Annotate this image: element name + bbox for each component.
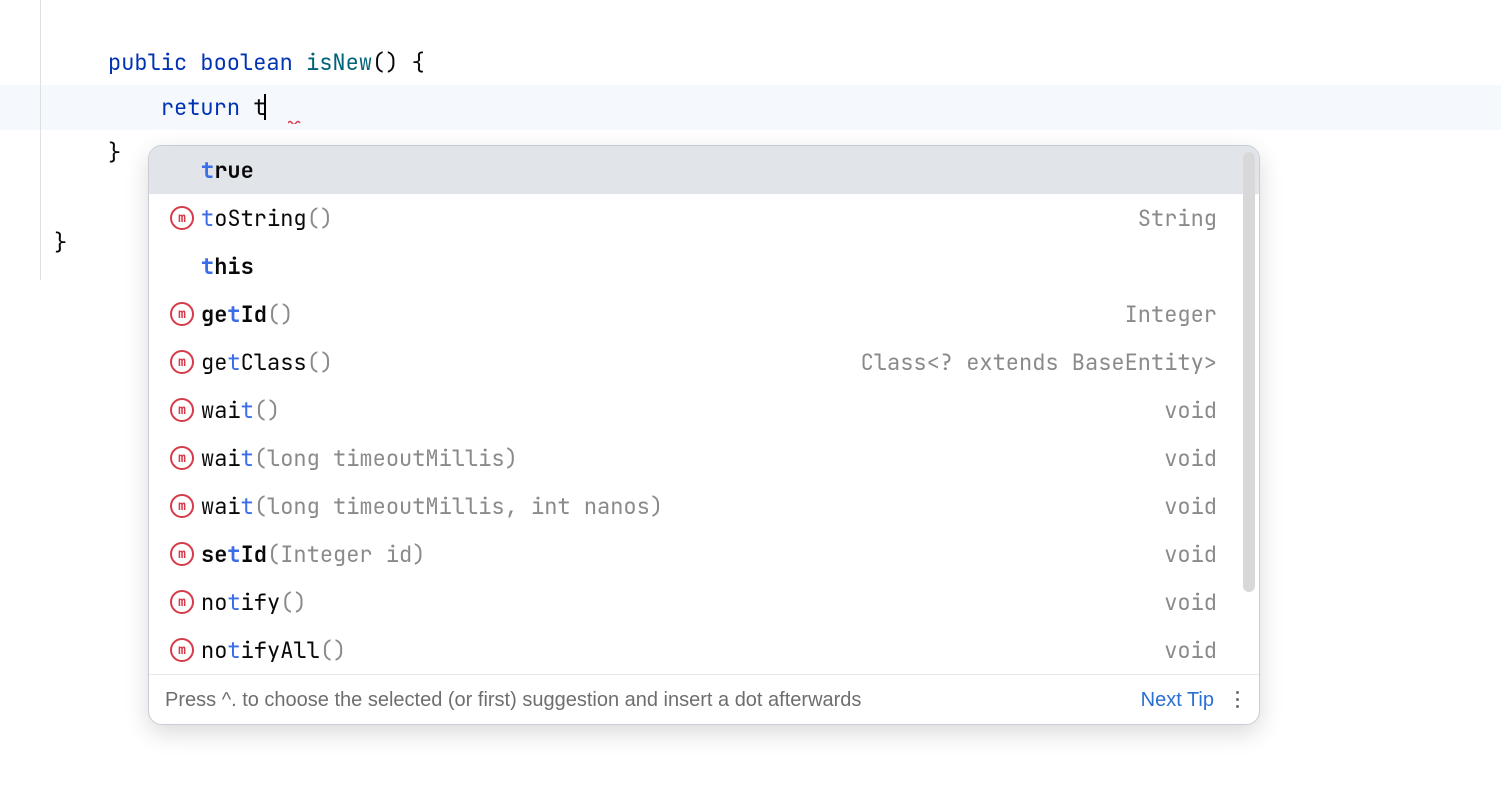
gutter-guide <box>40 0 41 280</box>
brace-close: } <box>108 136 121 169</box>
text-cursor <box>264 94 266 120</box>
completion-item[interactable]: m notify()void <box>149 578 1259 626</box>
completion-item-label: wait(long timeoutMillis) <box>201 442 1164 475</box>
method-icon: m <box>170 494 194 518</box>
paren: () <box>372 46 398 79</box>
completion-item[interactable]: true <box>149 146 1259 194</box>
completion-item-return-type: void <box>1164 442 1235 475</box>
completion-item-label: notify() <box>201 586 1164 619</box>
error-squiggle-icon <box>288 120 302 124</box>
method-icon: m <box>170 350 194 374</box>
completion-item-icon-slot: m <box>163 350 201 374</box>
completion-item-label: getId() <box>201 298 1125 331</box>
next-tip-link[interactable]: Next Tip <box>1141 685 1214 715</box>
completion-item-icon-slot: m <box>163 302 201 326</box>
scrollbar[interactable] <box>1243 152 1255 597</box>
completion-footer: Press ^. to choose the selected (or firs… <box>149 674 1259 724</box>
completion-item[interactable]: this <box>149 242 1259 290</box>
completion-item-return-type: void <box>1164 394 1235 427</box>
hint-post: to choose the selected (or first) sugges… <box>237 689 862 711</box>
completion-item-label: this <box>201 250 1217 283</box>
keyword-public: public <box>108 46 187 79</box>
hint-pre: Press <box>165 689 222 711</box>
completion-item[interactable]: m getClass()Class<? extends BaseEntity> <box>149 338 1259 386</box>
completion-item-return-type: Integer <box>1125 298 1235 331</box>
scrollbar-thumb[interactable] <box>1243 152 1255 592</box>
completion-item-label: setId(Integer id) <box>201 538 1164 571</box>
completion-item-label: true <box>201 154 1217 187</box>
brace-open: { <box>398 46 424 79</box>
completion-item-return-type: void <box>1164 538 1235 571</box>
method-icon: m <box>170 638 194 662</box>
keyword-return: return <box>161 91 240 124</box>
method-icon: m <box>170 446 194 470</box>
keyword-boolean: boolean <box>200 46 292 79</box>
completion-item-return-type: void <box>1164 634 1235 667</box>
method-icon: m <box>170 542 194 566</box>
completion-item-icon-slot: m <box>163 206 201 230</box>
completion-item[interactable]: m wait(long timeoutMillis, int nanos)void <box>149 482 1259 530</box>
completion-item-return-type: void <box>1164 586 1235 619</box>
completion-item-label: getClass() <box>201 346 861 379</box>
hint-shortcut: ^. <box>222 689 237 711</box>
completion-item-icon-slot: m <box>163 638 201 662</box>
brace-close: } <box>54 226 67 259</box>
method-icon: m <box>170 206 194 230</box>
completion-popup: truemtoString()StringthismgetId()Integer… <box>148 145 1260 725</box>
footer-hint: Press ^. to choose the selected (or firs… <box>165 685 1127 715</box>
code-line-active[interactable]: return t <box>0 85 1501 130</box>
completion-item-icon-slot: m <box>163 542 201 566</box>
completion-item-icon-slot: m <box>163 494 201 518</box>
code-line[interactable]: public boolean isNew() { <box>0 40 1501 85</box>
completion-list[interactable]: truemtoString()StringthismgetId()Integer… <box>149 146 1259 674</box>
completion-item[interactable]: m toString()String <box>149 194 1259 242</box>
completion-item[interactable]: m getId()Integer <box>149 290 1259 338</box>
completion-item-label: notifyAll() <box>201 634 1164 667</box>
more-options-icon[interactable] <box>1232 687 1243 712</box>
completion-item-return-type: Class<? extends BaseEntity> <box>861 346 1235 379</box>
method-name: isNew <box>306 46 372 79</box>
completion-item-label: toString() <box>201 202 1138 235</box>
completion-item[interactable]: m notifyAll()void <box>149 626 1259 674</box>
method-icon: m <box>170 302 194 326</box>
completion-item-icon-slot: m <box>163 446 201 470</box>
completion-item[interactable]: m setId(Integer id)void <box>149 530 1259 578</box>
completion-item-icon-slot: m <box>163 590 201 614</box>
method-icon: m <box>170 590 194 614</box>
completion-item[interactable]: m wait()void <box>149 386 1259 434</box>
method-icon: m <box>170 398 194 422</box>
completion-item-return-type: void <box>1164 490 1235 523</box>
completion-item-label: wait() <box>201 394 1164 427</box>
completion-item-label: wait(long timeoutMillis, int nanos) <box>201 490 1164 523</box>
completion-item-icon-slot: m <box>163 398 201 422</box>
completion-item-return-type: String <box>1138 202 1235 235</box>
completion-item[interactable]: m wait(long timeoutMillis)void <box>149 434 1259 482</box>
